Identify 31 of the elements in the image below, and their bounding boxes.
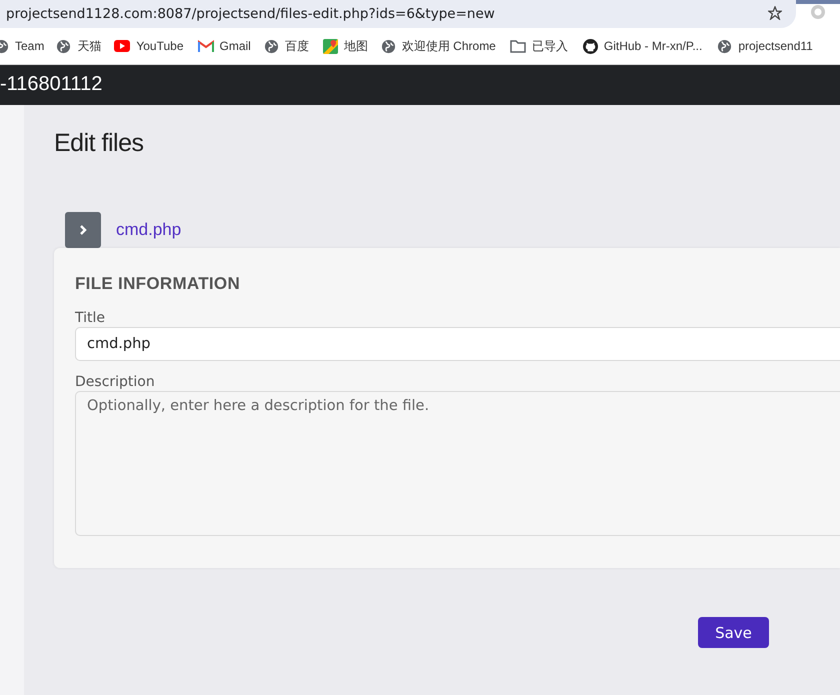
bookmark-link[interactable]: YouTube [136, 39, 184, 53]
site-title: -116801112 [0, 72, 102, 97]
bookmark-link[interactable]: 地图 [344, 38, 368, 54]
bookmark-link[interactable]: GitHub - Mr-xn/P... [604, 39, 702, 53]
page-title: Edit files [54, 129, 144, 159]
play-icon [114, 40, 130, 52]
description-field[interactable]: Optionally, enter here a description for the file. [75, 391, 840, 536]
map-pin-icon [322, 38, 338, 54]
field-label: Description [75, 374, 156, 390]
file-link[interactable]: cmd.php [116, 220, 182, 240]
expand-toggle[interactable] [65, 212, 101, 248]
globe-icon [56, 38, 72, 54]
cat-icon [582, 38, 598, 54]
bookmark-link[interactable]: Team [15, 39, 44, 53]
save-button[interactable]: Save [698, 617, 769, 648]
section-title: FILE INFORMATION [75, 274, 242, 294]
chevron-icon [78, 224, 88, 236]
folder-icon [510, 40, 526, 52]
title-field[interactable]: cmd.php [75, 327, 840, 361]
globe-icon [717, 38, 732, 54]
bookmark-link[interactable]: 天猫 [77, 38, 102, 54]
bookmark-link[interactable]: projectsend11 [738, 39, 813, 53]
star-icon[interactable] [768, 6, 782, 20]
mail-icon [198, 40, 214, 52]
bookmark-link[interactable]: 已导入 [532, 38, 568, 54]
bookmark-link[interactable]: 欢迎使用 Chrome [402, 38, 496, 54]
bookmark-link[interactable]: Gmail [220, 39, 251, 53]
globe-icon [380, 38, 396, 54]
bookmark-link[interactable]: 百度 [284, 38, 309, 54]
field-label: Title [75, 310, 106, 326]
globe-icon [264, 38, 279, 54]
